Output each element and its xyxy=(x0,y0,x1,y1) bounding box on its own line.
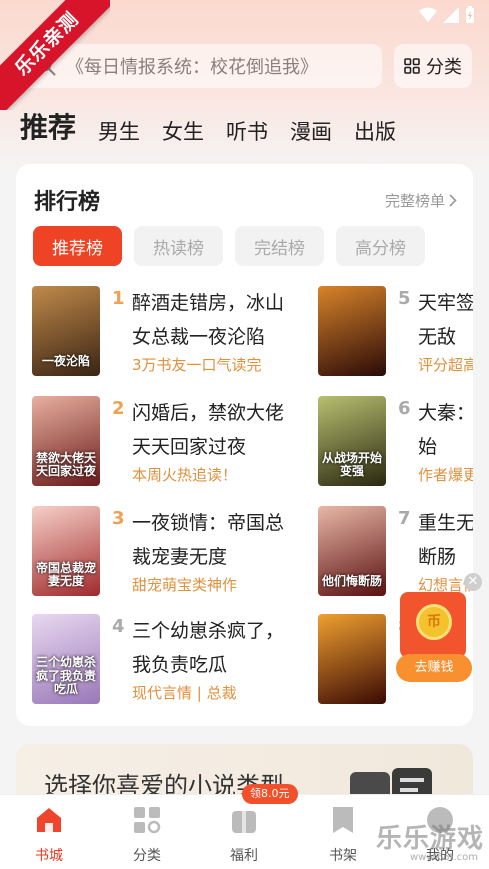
book-title: 醉酒走错房，冰山女总裁一夜沦陷 xyxy=(132,292,285,348)
rank-number: 1 xyxy=(112,288,125,309)
rank-number: 5 xyxy=(398,288,411,309)
cover-text: 他们悔断肠 xyxy=(321,573,382,588)
nav-bookshelf[interactable]: 书架 xyxy=(313,805,373,865)
book-item[interactable]: 帝国总裁宠妻无度 3 一夜锁情：帝国总裁宠妻无度 甜宠萌宝类神作 xyxy=(32,506,332,596)
tab-recommend-rank[interactable]: 推荐榜 xyxy=(33,226,122,266)
book-tag: 现代言情 | 总裁 xyxy=(132,684,237,702)
rank-number: 7 xyxy=(398,508,411,529)
book-title: 闪婚后，禁欲大佬天天回家过夜 xyxy=(132,402,285,458)
tab-completed-rank[interactable]: 完结榜 xyxy=(235,226,324,266)
ribbon-text: 乐乐亲测 xyxy=(0,0,110,110)
book-tag: 本周火热追读！ xyxy=(132,466,238,484)
signal-icon xyxy=(443,7,459,23)
nav-category[interactable]: 分类 xyxy=(117,805,177,865)
book-cover: 禁欲大佬天天回家过夜 xyxy=(32,396,100,486)
wifi-icon xyxy=(419,7,437,22)
tab-comic[interactable]: 漫画 xyxy=(290,116,332,146)
chevron-right-icon xyxy=(449,194,457,207)
tab-audiobook[interactable]: 听书 xyxy=(226,116,268,146)
rank-number: 6 xyxy=(398,398,411,419)
rank-number: 3 xyxy=(112,508,125,529)
book-cover: 一夜沦陷 xyxy=(32,286,100,376)
cover-text: 禁欲大佬天天回家过夜 xyxy=(35,450,96,478)
book-cover xyxy=(318,286,386,376)
book-tag: 评分超高 xyxy=(418,356,473,374)
book-title: 天牢签到，我举世无敌 xyxy=(418,292,473,348)
bookshelf-icon xyxy=(333,807,353,833)
book-item[interactable]: 从战场开始变强 6 大秦：开局属性开始 作者爆更 xyxy=(318,396,473,486)
nav-label: 书城 xyxy=(35,848,63,864)
cover-text: 从战场开始变强 xyxy=(321,450,382,478)
category-button[interactable]: 分类 xyxy=(394,44,472,88)
ranking-title: 排行榜 xyxy=(34,190,101,215)
book-tag: 甜宠萌宝类神作 xyxy=(132,576,238,594)
book-cover: 帝国总裁宠妻无度 xyxy=(32,506,100,596)
channel-tabs: 推荐 男生 女生 听书 漫画 出版 xyxy=(20,106,396,146)
nav-bookstore[interactable]: 书城 xyxy=(19,805,79,865)
tab-female[interactable]: 女生 xyxy=(162,116,204,146)
ranking-tabs: 推荐榜 热读榜 完结榜 高分榜 xyxy=(33,226,425,266)
book-tag: 3万书友一口气读完 xyxy=(132,356,262,374)
grid-icon xyxy=(404,58,420,74)
book-item[interactable]: 他们悔断肠 7 重生无敌，他们悔断肠 幻想言情 xyxy=(318,506,473,596)
nav-welfare[interactable]: 福利 xyxy=(214,805,274,865)
nav-label: 分类 xyxy=(133,848,161,864)
welfare-badge: 领8.0元 xyxy=(242,784,298,804)
tab-hot-rank[interactable]: 热读榜 xyxy=(134,226,223,266)
tab-publish[interactable]: 出版 xyxy=(354,116,396,146)
book-cover: 从战场开始变强 xyxy=(318,396,386,486)
book-title: 三个幼崽杀疯了，我负责吃瓜 xyxy=(132,620,285,676)
tab-highscore-rank[interactable]: 高分榜 xyxy=(336,226,425,266)
nav-label: 书架 xyxy=(329,848,357,864)
reward-close-button[interactable]: ✕ xyxy=(464,573,482,591)
book-item[interactable]: 三个幼崽杀疯了我负责吃瓜 4 三个幼崽杀疯了，我负责吃瓜 现代言情 | 总裁 xyxy=(32,614,332,704)
home-icon xyxy=(37,808,61,832)
category-icon xyxy=(134,807,161,834)
coin-icon: 币 xyxy=(416,604,452,640)
earn-money-widget[interactable]: 币 去赚钱 xyxy=(396,592,473,684)
cover-text: 三个幼崽杀疯了我负责吃瓜 xyxy=(35,655,96,696)
red-envelope: 币 xyxy=(400,592,466,658)
book-title: 大秦：开局属性开始 xyxy=(418,402,473,458)
book-title: 一夜锁情：帝国总裁宠妻无度 xyxy=(132,512,285,568)
category-button-label: 分类 xyxy=(426,57,462,78)
battery-icon xyxy=(466,6,474,23)
cover-text: 一夜沦陷 xyxy=(41,353,90,368)
book-tag: 作者爆更 xyxy=(418,466,473,484)
gift-icon xyxy=(232,811,256,833)
tab-recommend[interactable]: 推荐 xyxy=(20,106,76,146)
full-ranking-label: 完整榜单 xyxy=(384,192,445,210)
rank-number: 2 xyxy=(112,398,125,419)
book-item[interactable]: 一夜沦陷 1 醉酒走错房，冰山女总裁一夜沦陷 3万书友一口气读完 xyxy=(32,286,332,376)
book-item[interactable]: 5 天牢签到，我举世无敌 评分超高 xyxy=(318,286,473,376)
watermark-url: www.66t.com xyxy=(410,852,478,863)
book-cover: 他们悔断肠 xyxy=(318,506,386,596)
nav-label: 福利 xyxy=(230,848,258,864)
rank-number: 4 xyxy=(112,616,125,637)
book-cover xyxy=(318,614,386,704)
book-item[interactable]: 禁欲大佬天天回家过夜 2 闪婚后，禁欲大佬天天回家过夜 本周火热追读！ xyxy=(32,396,332,486)
earn-money-label: 去赚钱 xyxy=(396,654,472,682)
cover-text: 帝国总裁宠妻无度 xyxy=(35,560,96,588)
book-cover: 三个幼崽杀疯了我负责吃瓜 xyxy=(32,614,100,704)
watermark-text: 乐乐游戏 xyxy=(376,824,485,854)
tab-male[interactable]: 男生 xyxy=(98,116,140,146)
book-title: 重生无敌，他们悔断肠 xyxy=(418,512,473,568)
full-ranking-link[interactable]: 完整榜单 xyxy=(385,190,457,211)
corner-ribbon: 乐乐亲测 xyxy=(0,0,110,110)
